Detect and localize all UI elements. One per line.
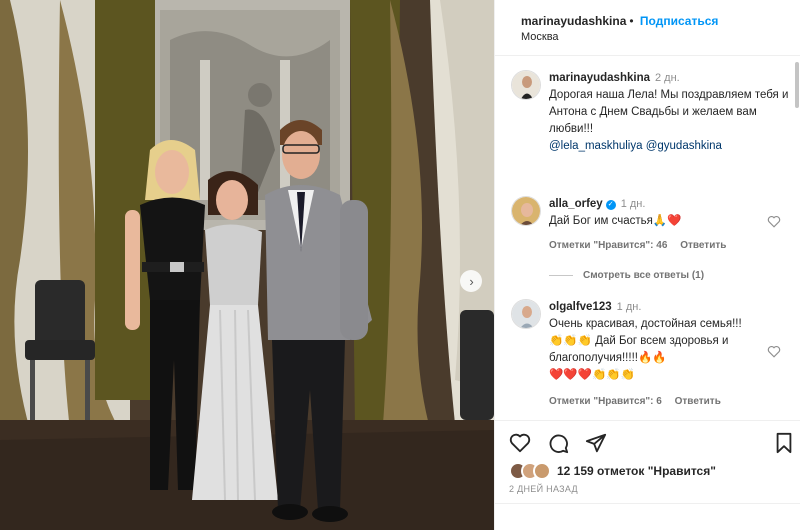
comment-text: Очень красивая, достойная семья!!! 👏👏👏 Д…	[549, 318, 742, 364]
avatar-image	[512, 197, 540, 225]
post-date[interactable]: 2 ДНЕЙ НАЗАД	[509, 484, 578, 494]
divider	[495, 503, 800, 504]
caption-avatar[interactable]	[511, 70, 541, 100]
post-header: marinayudashkina • Подписаться Москва	[495, 0, 800, 56]
comment-likes-count[interactable]: Отметки "Нравится": 46	[549, 240, 667, 251]
reply-button[interactable]: Ответить	[675, 396, 721, 407]
likes-row[interactable]: 12 159 отметок "Нравится"	[509, 461, 716, 481]
caption-username[interactable]: marinayudashkina	[549, 72, 650, 84]
mention-link[interactable]: @lela_maskhuliya	[549, 140, 643, 152]
bookmark-icon[interactable]	[773, 432, 795, 454]
view-replies-button[interactable]: Смотреть все ответы (1)	[549, 270, 704, 281]
comment-username[interactable]: olgalfve123	[549, 301, 612, 313]
divider-line	[549, 275, 573, 276]
header-location[interactable]: Москва	[521, 31, 559, 43]
post-photo: ›	[0, 0, 494, 530]
comment-actions: Отметки "Нравится": 6 Ответить	[549, 396, 731, 407]
comment-username[interactable]: alla_orfey	[549, 198, 603, 210]
caption-text: Дорогая наша Лела! Мы поздравляем тебя и…	[549, 89, 789, 135]
comment-text: Дай Бог им счастья🙏❤️	[549, 215, 682, 227]
heart-icon[interactable]	[509, 432, 531, 454]
next-photo-button[interactable]: ›	[460, 270, 482, 292]
scrollbar-thumb[interactable]	[795, 62, 799, 108]
comment-likes-count[interactable]: Отметки "Нравится": 6	[549, 396, 662, 407]
avatar-image	[512, 71, 540, 99]
comment-item: olgalfve123 1 дн. Очень красивая, достойн…	[549, 299, 759, 384]
caption-time[interactable]: 2 дн.	[655, 72, 680, 84]
comments-scrollbar[interactable]	[794, 62, 800, 412]
header-separator: •	[629, 14, 634, 28]
heart-icon[interactable]	[767, 215, 781, 228]
comment-avatar[interactable]	[511, 299, 541, 329]
comment-actions: Отметки "Нравится": 46 Ответить	[549, 240, 736, 251]
comment-emoji: ❤️❤️❤️👏👏👏	[549, 369, 635, 381]
likes-count[interactable]: 12 159 отметок "Нравится"	[557, 464, 716, 478]
mention-link[interactable]: @gyudashkina	[646, 140, 722, 152]
comment-avatar[interactable]	[511, 196, 541, 226]
follow-button[interactable]: Подписаться	[640, 14, 718, 28]
reply-button[interactable]: Ответить	[680, 240, 726, 251]
post-image	[0, 0, 494, 530]
caption: marinayudashkina 2 дн. Дорогая наша Лела!…	[549, 70, 789, 155]
chevron-right-icon: ›	[469, 273, 474, 289]
header-user-line: marinayudashkina • Подписаться	[521, 14, 718, 28]
view-replies-label: Смотреть все ответы (1)	[583, 270, 705, 281]
comment-time[interactable]: 1 дн.	[621, 198, 646, 210]
heart-icon[interactable]	[767, 345, 781, 358]
divider	[495, 420, 800, 421]
share-icon[interactable]	[585, 432, 607, 454]
avatar-image	[512, 300, 540, 328]
comment-item: alla_orfey ✓ 1 дн. Дай Бог им счастья🙏❤️	[549, 196, 749, 230]
comment-icon[interactable]	[547, 432, 569, 454]
liker-avatar	[533, 462, 551, 480]
comment-time[interactable]: 1 дн.	[617, 301, 642, 313]
header-username[interactable]: marinayudashkina	[521, 14, 626, 28]
verified-badge-icon: ✓	[605, 200, 616, 210]
post-side-panel: marinayudashkina • Подписаться Москва mar…	[494, 0, 800, 530]
